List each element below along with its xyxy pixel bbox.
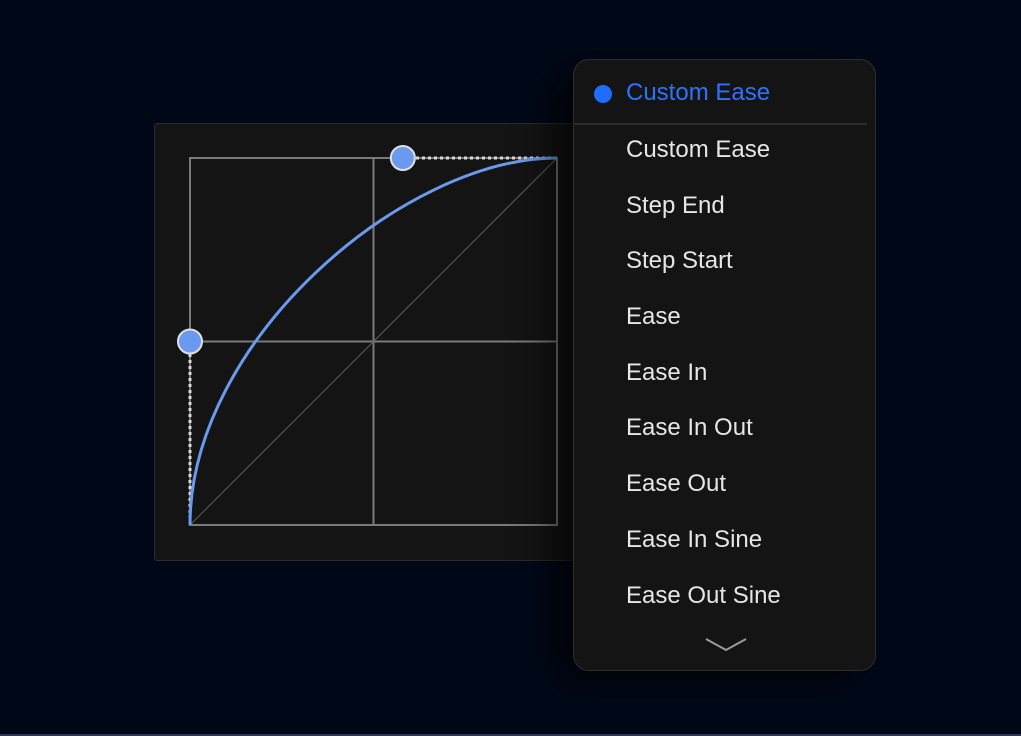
menu-item-ease-out-sine[interactable]: Ease Out Sine [574,568,875,624]
menu-item-ease-in-sine[interactable]: Ease In Sine [574,512,875,568]
easing-dropdown-selected[interactable]: Custom Ease [574,60,875,124]
menu-item-step-start[interactable]: Step Start [574,233,875,289]
menu-item-ease-in[interactable]: Ease In [574,345,875,401]
curve-graph [177,145,558,526]
menu-item-ease-in-out[interactable]: Ease In Out [574,400,875,456]
selected-indicator-icon [594,85,612,103]
menu-item-custom-ease[interactable]: Custom Ease [574,122,875,178]
easing-curve-editor [154,123,592,561]
control-point-2-handle[interactable] [389,145,416,171]
selected-easing-label: Custom Ease [626,79,771,106]
chevron-down-icon[interactable] [705,634,747,654]
menu-item-ease-out[interactable]: Ease Out [574,456,875,512]
easing-dropdown: Custom Ease Custom Ease Step End Step St… [573,59,876,671]
easing-options-list: Custom Ease Step End Step Start Ease Eas… [574,122,875,623]
menu-item-ease[interactable]: Ease [574,289,875,345]
menu-item-step-end[interactable]: Step End [574,178,875,234]
control-point-1-handle[interactable] [177,328,203,355]
